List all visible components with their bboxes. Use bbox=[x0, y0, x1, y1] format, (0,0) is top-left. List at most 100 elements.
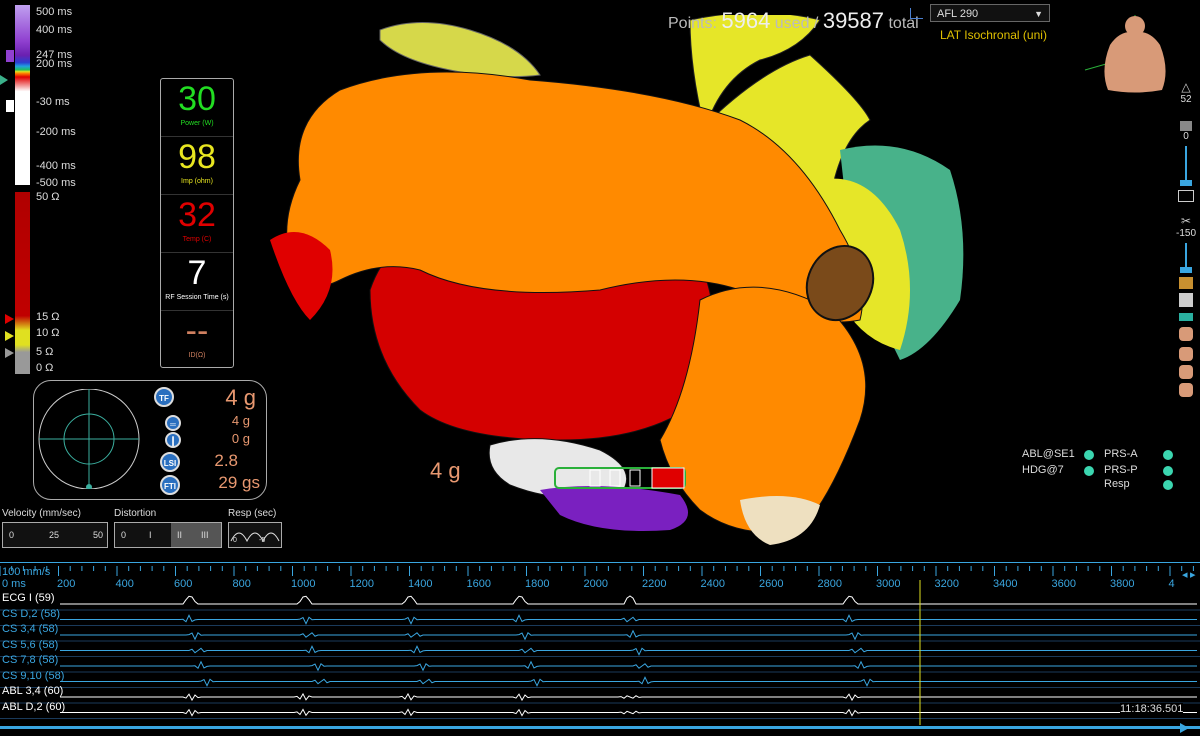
time-tick: 400 bbox=[115, 578, 134, 590]
lat-marker-mid[interactable] bbox=[0, 75, 8, 85]
timeline-scrollbar[interactable] bbox=[0, 726, 1200, 729]
imp-marker-red[interactable] bbox=[5, 314, 14, 324]
power-value: 30 bbox=[178, 80, 216, 118]
lsi-button[interactable]: LSI bbox=[160, 452, 180, 472]
catheter-band-3 bbox=[629, 469, 641, 487]
channel-label[interactable]: CS 7,8 (58) bbox=[2, 654, 58, 666]
imp-marker-gray[interactable] bbox=[5, 348, 14, 358]
screen-icon[interactable] bbox=[1178, 190, 1194, 202]
imp-label-50: 50 Ω bbox=[36, 191, 60, 203]
anatomy-map[interactable] bbox=[260, 15, 980, 555]
rf-panel: 30 Power (W) 98 Imp (ohm) 32 Temp (C) 7 … bbox=[160, 78, 234, 368]
scroll-left-icon[interactable]: ◂ bbox=[1182, 568, 1188, 581]
impedance-color-scale[interactable] bbox=[15, 192, 30, 374]
legend-resp-dot bbox=[1163, 480, 1173, 490]
play-icon[interactable] bbox=[1180, 723, 1189, 733]
id-label: ID(Ω) bbox=[188, 352, 206, 359]
distortion-tick-3: III bbox=[201, 530, 209, 540]
legend-prs-a: PRS-A bbox=[1104, 448, 1138, 460]
session-cell: 7 RF Session Time (s) bbox=[161, 253, 233, 311]
tf-value: 4 g bbox=[225, 385, 256, 410]
imp-marker-yellow[interactable] bbox=[5, 331, 14, 341]
force-vector-icon bbox=[38, 389, 140, 489]
lat-label-minus500: -500 ms bbox=[36, 177, 76, 189]
egm-trace bbox=[60, 595, 1197, 605]
legend-prs-a-dot bbox=[1163, 450, 1173, 460]
slider-track-2[interactable] bbox=[1180, 243, 1192, 273]
id-value: -- bbox=[185, 312, 209, 350]
right-toolbar: △ 52 0 ✂ -150 bbox=[1172, 80, 1200, 450]
lat-label-minus400: -400 ms bbox=[36, 160, 76, 172]
sweep-speed: 100 mm/s bbox=[2, 566, 51, 578]
channel-label[interactable]: CS 5,6 (58) bbox=[2, 639, 58, 651]
time-tick: 3800 bbox=[1110, 578, 1135, 590]
lsi-value: 2.8 bbox=[214, 451, 238, 470]
legend-abl: ABL@SE1 bbox=[1022, 448, 1075, 460]
legend-prs-p: PRS-P bbox=[1104, 464, 1138, 476]
impedance-cell: 98 Imp (ohm) bbox=[161, 137, 233, 195]
torso-view-icon-4[interactable] bbox=[1179, 383, 1193, 397]
velocity-tick-0: 0 bbox=[9, 530, 15, 540]
egm-panel[interactable]: 100 mm/s 0 ms 200 400 600 800 1000 1200 1400 16… bbox=[0, 560, 1200, 736]
lat-label-minus200: -200 ms bbox=[36, 126, 76, 138]
lat-marker-top[interactable] bbox=[6, 50, 14, 62]
power-cell: 30 Power (W) bbox=[161, 79, 233, 137]
temperature-value: 32 bbox=[178, 196, 216, 234]
id-cell: -- ID(Ω) bbox=[161, 311, 233, 368]
torso-view-icon-2[interactable] bbox=[1179, 347, 1193, 361]
session-label: RF Session Time (s) bbox=[165, 294, 229, 301]
egm-trace bbox=[60, 614, 1197, 625]
slider-thumb-2[interactable] bbox=[1180, 267, 1192, 273]
torso-view-icon-1[interactable] bbox=[1179, 327, 1193, 341]
lat-label-minus30: -30 ms bbox=[36, 96, 70, 108]
scissors-icon[interactable]: ✂ bbox=[1172, 214, 1200, 228]
time-tick: 200 bbox=[57, 578, 76, 590]
distortion-title: Distortion bbox=[114, 508, 157, 519]
channel-label[interactable]: CS 9,10 (58) bbox=[2, 670, 64, 682]
fti-button[interactable]: FTI bbox=[160, 475, 180, 495]
channel-label[interactable]: ABL D,2 (60) bbox=[2, 701, 65, 713]
view-icon[interactable] bbox=[1179, 293, 1193, 307]
mountain-icon[interactable]: △ bbox=[1172, 80, 1200, 94]
points-label: Points: bbox=[668, 15, 717, 32]
lat-color-scale[interactable] bbox=[15, 5, 30, 185]
tf-button[interactable]: TF bbox=[154, 387, 174, 407]
egm-trace bbox=[60, 629, 1197, 641]
distortion-gauge[interactable]: 0 I II III bbox=[114, 522, 222, 548]
lateral-force-icon[interactable]: ┃ bbox=[165, 432, 181, 448]
resp-gauge[interactable]: 0 -5 bbox=[228, 522, 282, 548]
channel-label[interactable]: CS D,2 (58) bbox=[2, 608, 60, 620]
channel-label[interactable]: CS 3,4 (58) bbox=[2, 623, 58, 635]
imp-label-10: 10 Ω bbox=[36, 327, 60, 339]
chevron-down-icon: ▼ bbox=[1034, 9, 1043, 19]
tick-0ms: 0 ms bbox=[2, 578, 26, 590]
lat-label-200: 200 ms bbox=[36, 58, 73, 70]
distortion-tick-2: II bbox=[177, 530, 183, 540]
time-tick: 2200 bbox=[642, 578, 667, 590]
map-icon[interactable] bbox=[910, 8, 923, 19]
scroll-right-icon[interactable]: ▸ bbox=[1190, 568, 1196, 581]
channel-label[interactable]: ECG I (59) bbox=[2, 592, 55, 604]
slider-track-1[interactable] bbox=[1180, 146, 1192, 186]
imp-label-5: 5 Ω bbox=[36, 346, 54, 358]
pencil-icon[interactable] bbox=[1179, 313, 1193, 321]
velocity-gauge[interactable]: 0 25 50 bbox=[2, 522, 108, 548]
time-tick: 1000 bbox=[291, 578, 316, 590]
ecg-timestamp: 11:18:36.501 bbox=[1120, 703, 1184, 715]
impedance-label: Imp (ohm) bbox=[181, 178, 213, 185]
map-select[interactable]: AFL 290 ▼ bbox=[930, 4, 1050, 22]
velocity-tick-50: 50 bbox=[93, 530, 104, 540]
layers-icon[interactable] bbox=[1180, 121, 1192, 131]
points-readout: Points: 5964 used / 39587 total bbox=[668, 8, 919, 34]
time-tick: 3200 bbox=[934, 578, 959, 590]
slider-thumb-1[interactable] bbox=[1180, 180, 1192, 186]
torso-view-icon-3[interactable] bbox=[1179, 365, 1193, 379]
contact-force-panel: TF 4 g ═ 4 g ┃ 0 g LSI 2.8 FTI 29 gs bbox=[33, 380, 267, 500]
axial-force-icon[interactable]: ═ bbox=[165, 415, 181, 431]
lat-label-400: 400 ms bbox=[36, 24, 73, 36]
channel-label[interactable]: ABL 3,4 (60) bbox=[2, 685, 63, 697]
distortion-tick-1: I bbox=[149, 530, 152, 540]
lat-marker-white[interactable] bbox=[6, 100, 14, 112]
time-tick: 2800 bbox=[817, 578, 842, 590]
lock-icon[interactable] bbox=[1179, 277, 1193, 289]
